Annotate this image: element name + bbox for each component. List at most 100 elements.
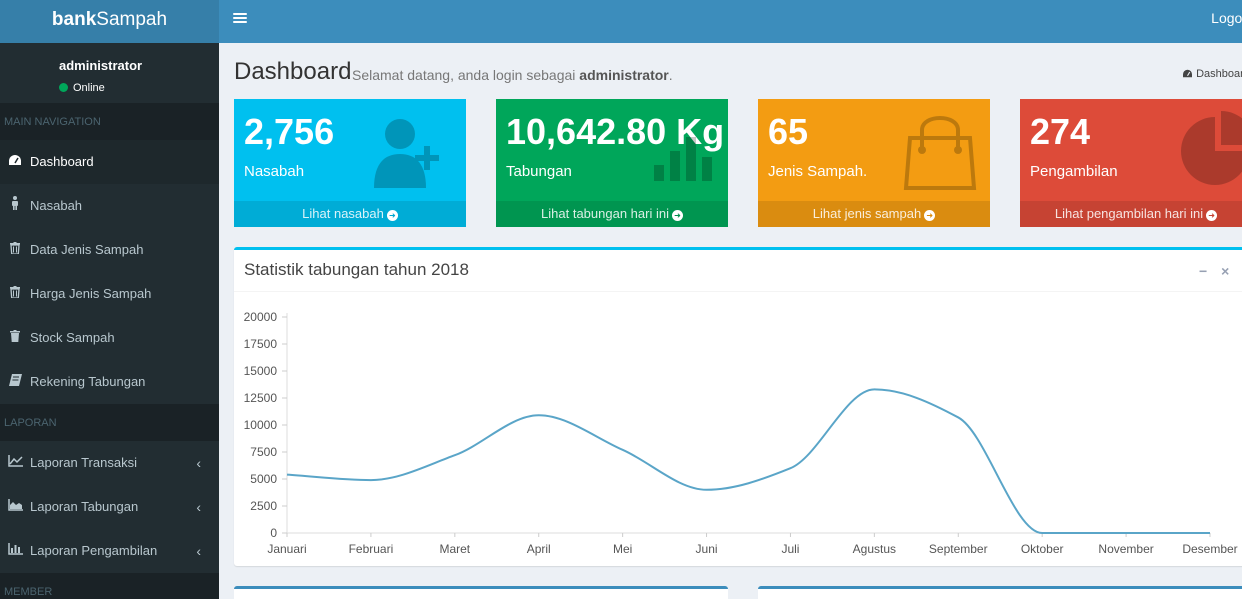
stat-label: Jenis Sampah. xyxy=(768,163,868,180)
stat-box-nasabah: 2,756 Nasabah Lihat nasabah ➜ xyxy=(234,99,466,227)
sidebar: administrator Online MAIN NAVIGATION Das… xyxy=(0,43,219,599)
bar-chart-icon xyxy=(7,529,23,573)
chevron-left-icon: ‹ xyxy=(196,455,201,471)
sidebar-item-nasabah[interactable]: Nasabah xyxy=(0,184,219,228)
stat-box-pengambilan: 274 Pengambilan Lihat pengambilan hari i… xyxy=(1020,99,1242,227)
top-navbar: Logout xyxy=(219,0,1242,43)
page-title: Dashboard xyxy=(234,58,352,85)
user-icon xyxy=(7,184,23,228)
user-status-label: Online xyxy=(73,82,105,94)
stat-footer-link[interactable]: Lihat pengambilan hari ini ➜ xyxy=(1020,201,1242,227)
sidebar-item-label: Dashboard xyxy=(30,154,94,169)
trash-icon xyxy=(7,272,23,316)
chart-divider xyxy=(234,291,1242,292)
user-status: Online xyxy=(59,82,105,94)
sidebar-item-laporan-tabungan[interactable]: Laporan Tabungan ‹ xyxy=(0,485,219,529)
nav-header-main: MAIN NAVIGATION xyxy=(0,103,219,140)
stat-value: 65 xyxy=(768,111,809,152)
stat-label: Pengambilan xyxy=(1030,163,1118,180)
stat-footer-link[interactable]: Lihat nasabah ➜ xyxy=(234,201,466,227)
close-icon[interactable]: × xyxy=(1221,263,1229,279)
logout-link[interactable]: Logout xyxy=(1211,0,1242,37)
bag-icon xyxy=(903,116,977,190)
dashboard-icon xyxy=(1183,69,1192,78)
dashboard-icon xyxy=(7,140,23,184)
subtitle-suffix: . xyxy=(668,67,673,83)
y-tick-label: 2500 xyxy=(250,499,277,513)
y-tick-label: 10000 xyxy=(244,418,278,432)
sidebar-item-label: Harga Jenis Sampah xyxy=(30,286,152,301)
brand-logo[interactable]: bankSampah xyxy=(0,0,219,43)
stat-value: 2,756 xyxy=(244,111,335,152)
brand-bold: bank xyxy=(51,9,97,30)
sidebar-item-label: Data Jenis Sampah xyxy=(30,242,144,257)
chevron-left-icon: ‹ xyxy=(196,499,201,515)
user-name: administrator xyxy=(59,58,143,73)
book-icon xyxy=(7,360,23,404)
stat-link-label: Lihat tabungan hari ini xyxy=(541,206,669,221)
x-tick-label: Februari xyxy=(349,542,394,556)
sidebar-item-rekening-tabungan[interactable]: Rekening Tabungan xyxy=(0,360,219,404)
x-tick-label: Juni xyxy=(696,542,718,556)
arrow-circle-right-icon: ➜ xyxy=(924,210,936,221)
stat-label: Tabungan xyxy=(506,163,572,180)
sidebar-item-laporan-transaksi[interactable]: Laporan Transaksi ‹ xyxy=(0,441,219,485)
y-tick-label: 5000 xyxy=(250,472,277,486)
sidebar-item-data-jenis-sampah[interactable]: Data Jenis Sampah xyxy=(0,228,219,272)
stat-link-label: Lihat pengambilan hari ini xyxy=(1054,206,1204,221)
nav-header-member: MEMBER xyxy=(0,573,219,599)
user-panel: administrator Online xyxy=(0,43,219,103)
sidebar-item-label: Laporan Pengambilan xyxy=(30,543,158,558)
sidebar-item-label: Stock Sampah xyxy=(30,330,115,345)
trash-icon xyxy=(7,228,23,272)
sidebar-item-label: Laporan Transaksi xyxy=(30,455,137,470)
stat-footer-link[interactable]: Lihat tabungan hari ini ➜ xyxy=(496,201,728,227)
x-tick-label: Desember xyxy=(1182,542,1237,556)
pie-graph-icon xyxy=(1181,111,1242,185)
arrow-circle-right-icon: ➜ xyxy=(386,210,398,221)
series-line xyxy=(286,388,1210,534)
chart-box: Statistik tabungan tahun 2018 − × 0 2500 5… xyxy=(234,247,1242,566)
arrow-circle-right-icon: ➜ xyxy=(1206,210,1218,221)
online-indicator-icon xyxy=(59,83,68,92)
page-subtitle: Selamat datang, anda login sebagai admin… xyxy=(352,67,673,83)
x-tick-label: November xyxy=(1098,542,1153,556)
line-chart: 0 2500 5000 7500 10000 12500 15000 17500 20000 Ja… xyxy=(244,310,1238,556)
collapse-icon[interactable]: − xyxy=(1199,263,1207,279)
sidebar-item-dashboard[interactable]: Dashboard xyxy=(0,140,219,184)
sidebar-item-label: Rekening Tabungan xyxy=(30,374,146,389)
x-tick-label: Mei xyxy=(613,542,632,556)
trash-icon xyxy=(7,316,23,360)
stat-box-jenis-sampah: 65 Jenis Sampah. Lihat jenis sampah ➜ xyxy=(758,99,990,227)
stat-link-label: Lihat nasabah xyxy=(302,206,384,221)
sidebar-toggle-icon[interactable] xyxy=(233,11,247,31)
breadcrumb[interactable]: Dashboard xyxy=(1182,68,1242,80)
stat-link-label: Lihat jenis sampah xyxy=(812,206,922,221)
sidebar-item-laporan-pengambilan[interactable]: Laporan Pengambilan ‹ xyxy=(0,529,219,573)
stat-label: Nasabah xyxy=(244,163,305,180)
sidebar-item-harga-jenis-sampah[interactable]: Harga Jenis Sampah xyxy=(0,272,219,316)
subtitle-user: administrator xyxy=(579,67,669,83)
nav-header-laporan: LAPORAN xyxy=(0,404,219,441)
y-tick-label: 0 xyxy=(270,526,277,540)
stats-bars-icon xyxy=(654,137,712,181)
person-add-icon xyxy=(374,119,439,188)
arrow-circle-right-icon: ➜ xyxy=(671,210,683,221)
bottom-box-right xyxy=(758,586,1242,599)
y-tick-label: 20000 xyxy=(244,310,278,324)
sidebar-item-label: Laporan Tabungan xyxy=(30,499,139,514)
stat-box-tabungan: 10,642.80 Kg Tabungan Lihat tabungan har… xyxy=(496,99,728,227)
x-tick-label: Agustus xyxy=(853,542,896,556)
stat-footer-link[interactable]: Lihat jenis sampah ➜ xyxy=(758,201,990,227)
chart-title: Statistik tabungan tahun 2018 xyxy=(244,260,469,279)
y-tick-label: 17500 xyxy=(244,337,278,351)
y-tick-label: 12500 xyxy=(244,391,278,405)
x-tick-label: Juli xyxy=(781,542,799,556)
x-tick-label: April xyxy=(527,542,551,556)
line-chart-icon xyxy=(7,441,23,485)
sidebar-item-stock-sampah[interactable]: Stock Sampah xyxy=(0,316,219,360)
x-tick-label: September xyxy=(929,542,988,556)
x-tick-label: Oktober xyxy=(1021,542,1064,556)
chevron-left-icon: ‹ xyxy=(196,543,201,559)
brand-light: Sampah xyxy=(96,9,168,30)
